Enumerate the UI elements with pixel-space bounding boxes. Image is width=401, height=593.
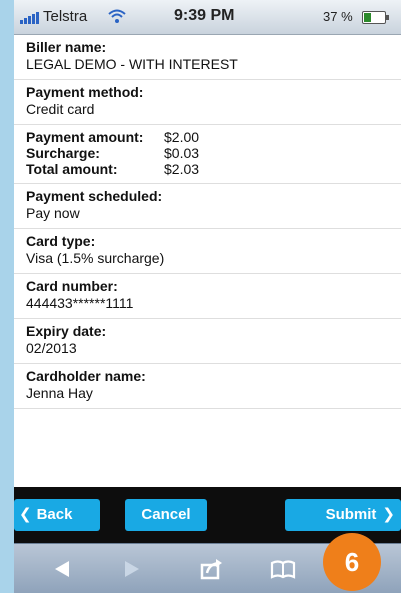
cancel-button[interactable]: Cancel bbox=[125, 499, 207, 531]
payment-summary: Biller name: LEGAL DEMO - WITH INTEREST … bbox=[14, 35, 401, 487]
signal-icon bbox=[20, 10, 40, 24]
card-number-value: 444433******1111 bbox=[26, 295, 134, 311]
payment-scheduled-value: Pay now bbox=[26, 205, 80, 221]
card-number-label: Card number: bbox=[26, 278, 118, 294]
surcharge-row: Surcharge: $0.03 bbox=[26, 145, 391, 161]
share-icon[interactable] bbox=[197, 556, 225, 582]
submit-button[interactable]: Submit ❯ bbox=[285, 499, 401, 531]
amounts-section: Payment amount: $2.00 Surcharge: $0.03 T… bbox=[14, 125, 401, 184]
cardholder-value: Jenna Hay bbox=[26, 385, 93, 401]
forward-arrow-icon[interactable] bbox=[118, 556, 146, 582]
biller-label: Biller name: bbox=[26, 39, 107, 55]
status-bar: Telstra 9:39 PM 37 % bbox=[14, 0, 401, 35]
card-type-label: Card type: bbox=[26, 233, 96, 249]
expiry-section: Expiry date: 02/2013 bbox=[14, 319, 401, 364]
expiry-label: Expiry date: bbox=[26, 323, 107, 339]
total-amount-row: Total amount: $2.03 bbox=[26, 161, 391, 177]
tutorial-frame: Telstra 9:39 PM 37 % Biller name: LEGAL … bbox=[0, 0, 401, 593]
step-number-badge: 6 bbox=[323, 533, 381, 591]
biller-section: Biller name: LEGAL DEMO - WITH INTEREST bbox=[14, 35, 401, 80]
total-amount-label: Total amount: bbox=[26, 161, 118, 177]
payment-method-section: Payment method: Credit card bbox=[14, 80, 401, 125]
payment-scheduled-label: Payment scheduled: bbox=[26, 188, 163, 204]
total-amount-value: $2.03 bbox=[164, 161, 200, 177]
back-button[interactable]: ❮ Back bbox=[14, 499, 100, 531]
surcharge-label: Surcharge: bbox=[26, 145, 100, 161]
payment-method-label: Payment method: bbox=[26, 84, 144, 100]
cancel-button-label: Cancel bbox=[141, 506, 191, 523]
chevron-left-icon: ❮ bbox=[19, 506, 32, 523]
card-type-section: Card type: Visa (1.5% surcharge) bbox=[14, 229, 401, 274]
bookmarks-icon[interactable] bbox=[269, 556, 297, 582]
payment-amount-value: $2.00 bbox=[164, 129, 200, 145]
battery-icon bbox=[362, 11, 389, 24]
battery-percentage: 37 % bbox=[323, 9, 353, 24]
surcharge-value: $0.03 bbox=[164, 145, 200, 161]
expiry-value: 02/2013 bbox=[26, 340, 77, 356]
carrier-name: Telstra bbox=[43, 8, 88, 25]
card-type-value: Visa (1.5% surcharge) bbox=[26, 250, 165, 266]
phone-screen: Telstra 9:39 PM 37 % Biller name: LEGAL … bbox=[14, 0, 401, 593]
payment-amount-label: Payment amount: bbox=[26, 129, 144, 145]
payment-scheduled-section: Payment scheduled: Pay now bbox=[14, 184, 401, 229]
submit-button-label: Submit bbox=[325, 506, 377, 523]
biller-value: LEGAL DEMO - WITH INTEREST bbox=[26, 56, 238, 72]
clock: 9:39 PM bbox=[174, 7, 235, 24]
card-number-section: Card number: 444433******1111 bbox=[14, 274, 401, 319]
cardholder-label: Cardholder name: bbox=[26, 368, 146, 384]
back-button-label: Back bbox=[36, 506, 73, 523]
wifi-icon bbox=[108, 9, 126, 23]
cardholder-section: Cardholder name: Jenna Hay bbox=[14, 364, 401, 409]
payment-method-value: Credit card bbox=[26, 101, 95, 117]
payment-amount-row: Payment amount: $2.00 bbox=[26, 129, 391, 145]
back-arrow-icon[interactable] bbox=[48, 556, 76, 582]
chevron-right-icon: ❯ bbox=[382, 506, 395, 523]
